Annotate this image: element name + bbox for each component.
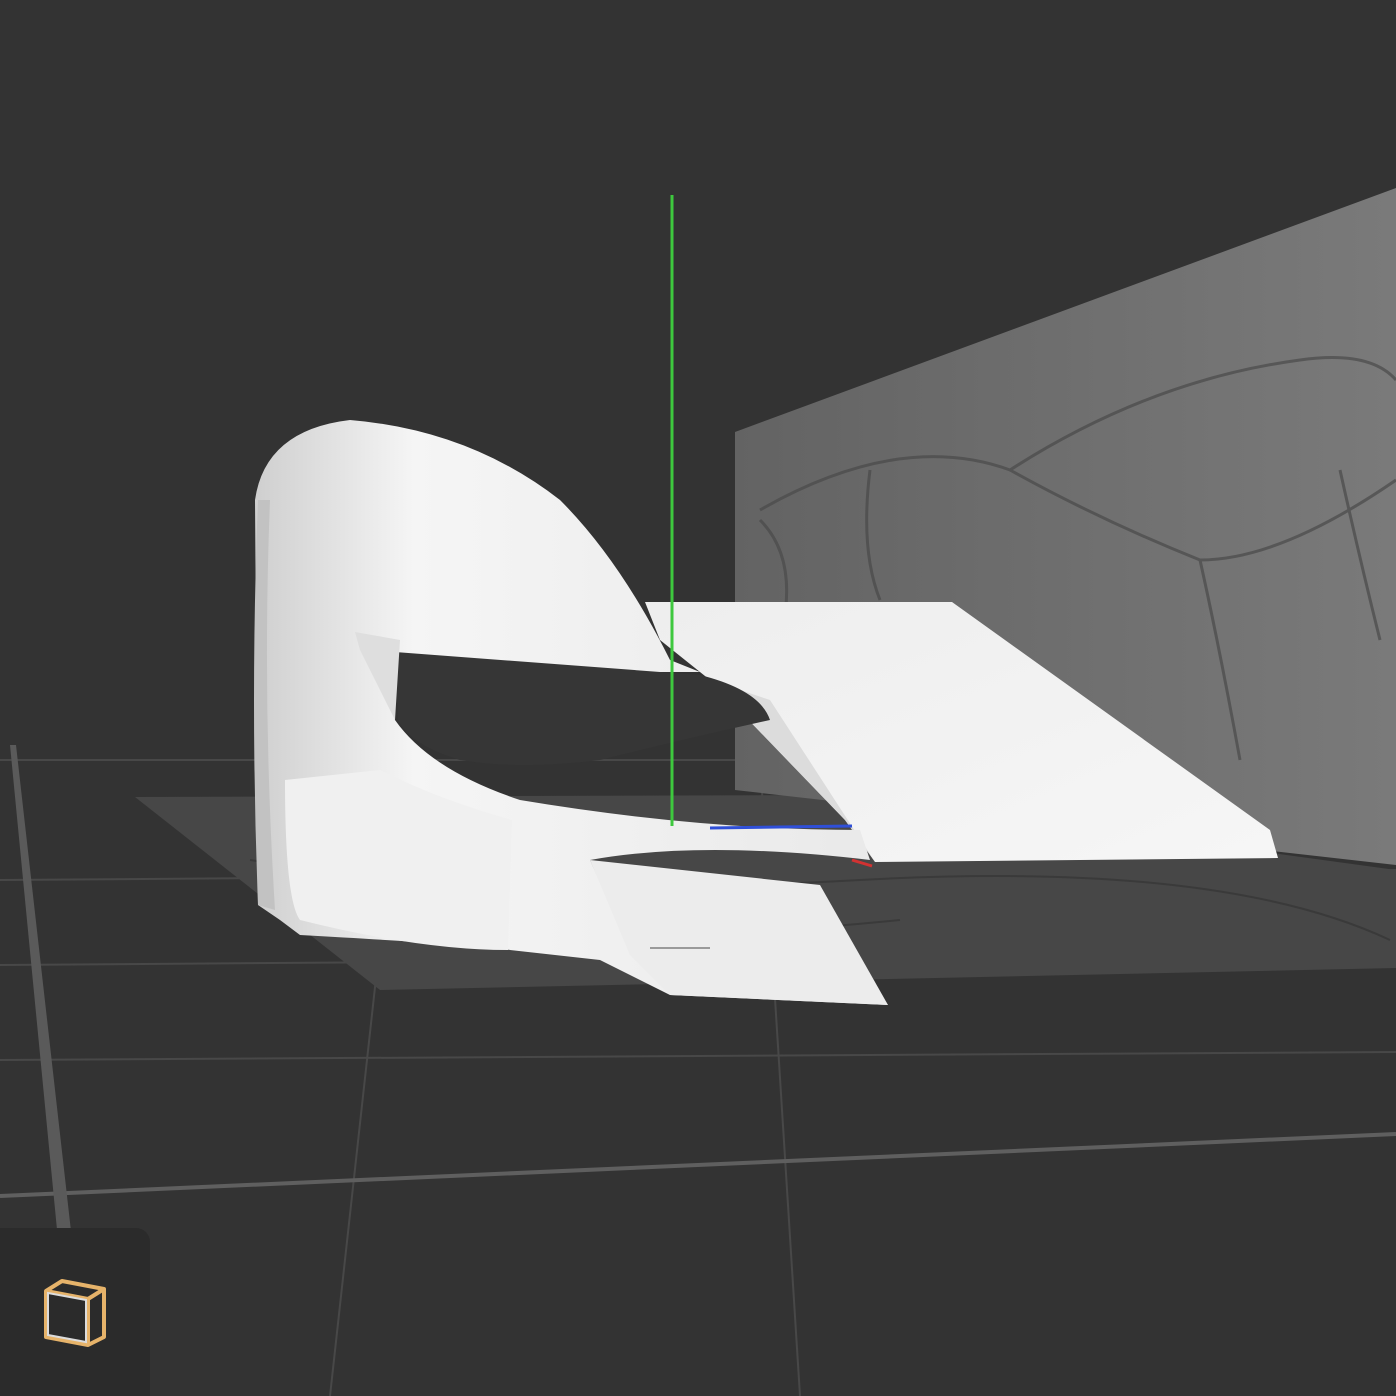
3d-viewport[interactable] — [0, 0, 1396, 1396]
z-axis-line — [709, 824, 853, 830]
viewport-scene[interactable] — [0, 0, 1396, 1396]
cube-icon — [44, 1279, 106, 1347]
view-cube-button[interactable] — [0, 1228, 150, 1396]
